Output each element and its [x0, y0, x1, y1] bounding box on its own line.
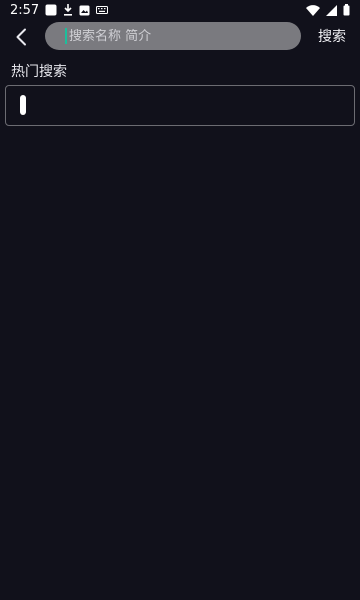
app-square-icon	[45, 4, 57, 16]
status-bar: 2:57	[0, 0, 360, 20]
loading-indicator	[20, 95, 26, 115]
text-caret	[65, 28, 67, 44]
wifi-icon	[306, 4, 320, 16]
signal-icon	[326, 4, 337, 16]
status-time: 2:57	[10, 2, 40, 18]
hot-search-title: 热门搜索	[11, 64, 67, 80]
status-right	[306, 4, 350, 16]
search-header: 搜索	[0, 20, 360, 54]
back-button[interactable]	[6, 22, 36, 52]
hot-search-list	[5, 85, 355, 126]
keyboard-icon	[96, 6, 109, 14]
battery-icon	[343, 4, 350, 16]
download-icon	[63, 4, 73, 16]
chevron-left-icon	[16, 28, 26, 46]
status-left: 2:57	[10, 2, 109, 18]
search-button[interactable]: 搜索	[318, 26, 346, 46]
search-box[interactable]	[45, 22, 301, 50]
image-icon	[79, 5, 90, 16]
search-input[interactable]	[69, 28, 279, 44]
